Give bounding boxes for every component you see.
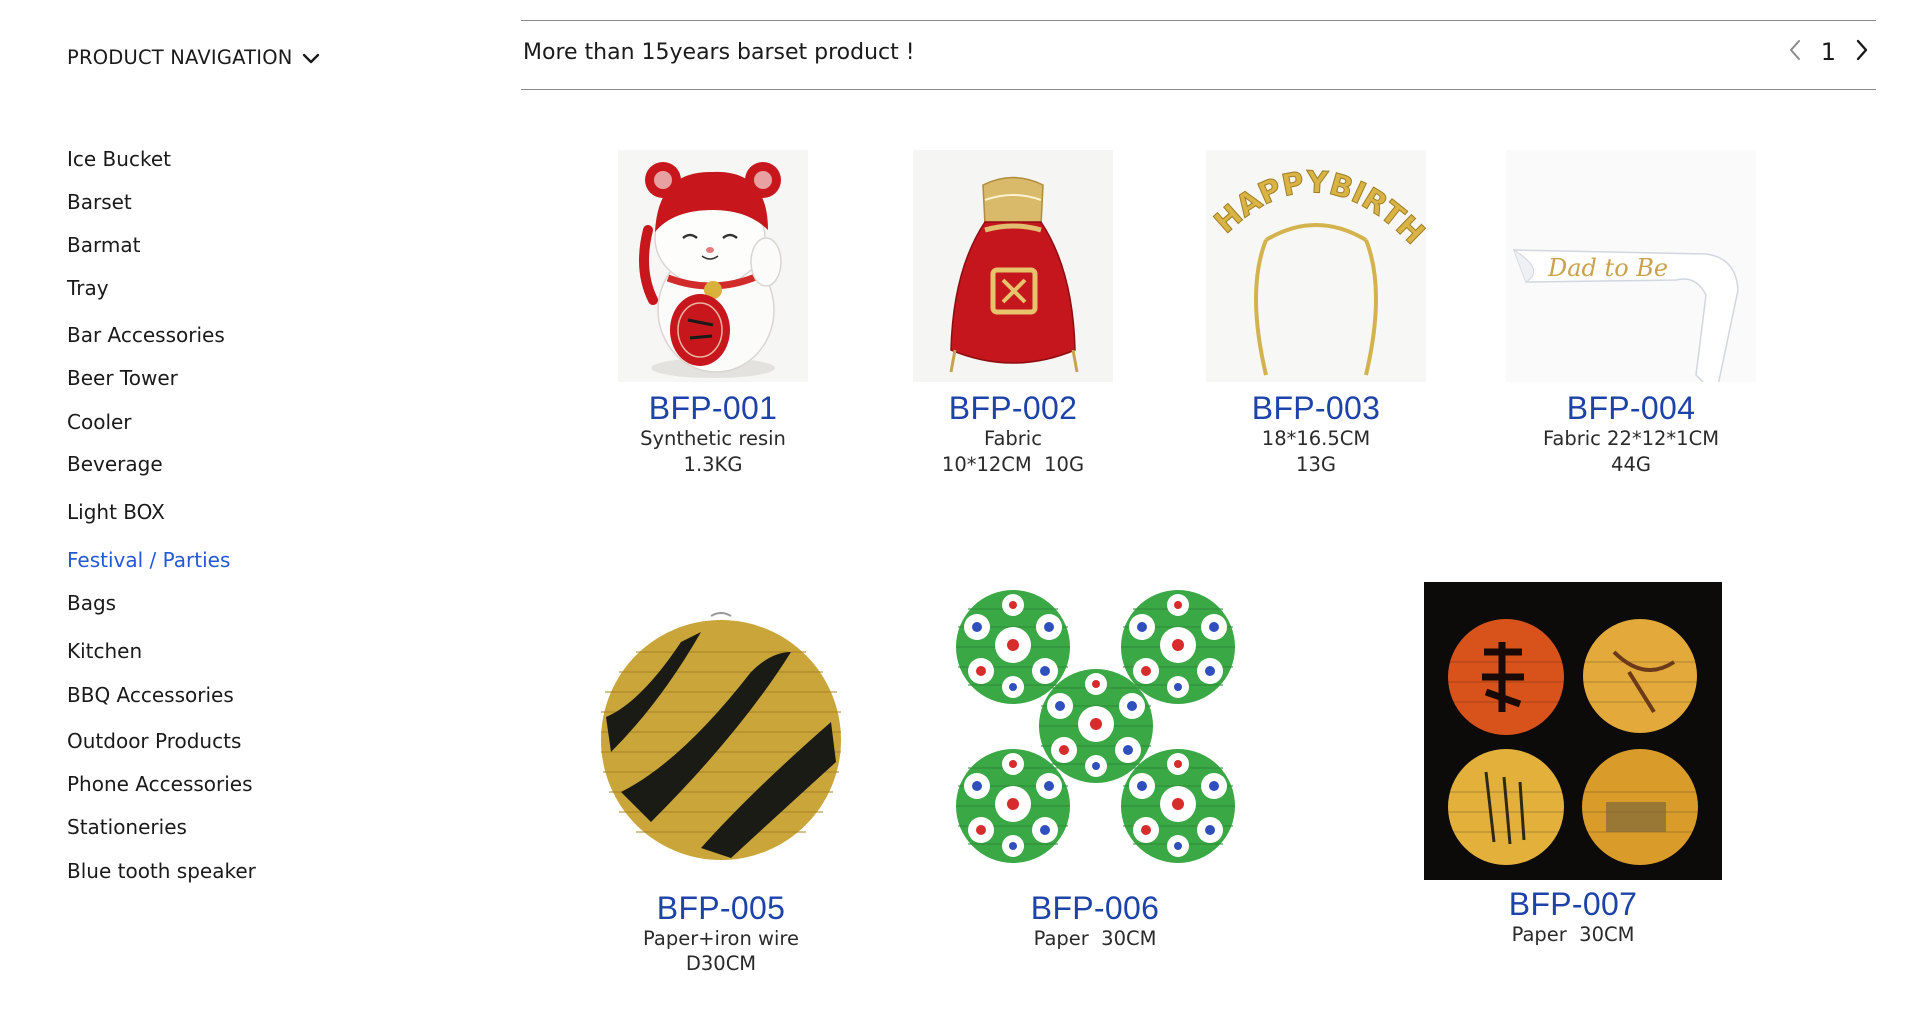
pagination: 1 xyxy=(1781,37,1876,67)
next-page-button[interactable] xyxy=(1848,37,1876,67)
product-weight: 13G xyxy=(1296,453,1336,476)
nav-item-phone-accessories[interactable]: Phone Accessories xyxy=(67,772,253,796)
soccer-ball-lanterns-image xyxy=(950,586,1240,866)
nav-item-tray[interactable]: Tray xyxy=(67,276,109,300)
happy-birthday-headband-image: HAPPYBIRTHDAY xyxy=(1193,123,1432,382)
product-material: Paper+iron wire xyxy=(642,927,799,950)
current-page-number: 1 xyxy=(1820,38,1836,66)
nav-item-blue-tooth-speaker[interactable]: Blue tooth speaker xyxy=(67,859,256,883)
nav-item-beer-tower[interactable]: Beer Tower xyxy=(67,366,178,390)
prev-page-button[interactable] xyxy=(1781,37,1809,67)
product-material-size: Fabric 22*12*1CM xyxy=(1542,427,1720,450)
product-code: BFP-004 xyxy=(1566,390,1696,426)
product-code: BFP-005 xyxy=(656,890,786,926)
lucky-cat-figurine-image xyxy=(618,150,808,382)
nav-item-outdoor-products[interactable]: Outdoor Products xyxy=(67,729,241,753)
catalog-header-bar: More than 15years barset product ! 1 xyxy=(521,20,1876,90)
product-card[interactable]: Dad to Be BFP-004 Fabric 22*12*1CM 44G xyxy=(1496,150,1766,490)
product-card[interactable]: BFP-005 Paper+iron wire D30CM xyxy=(591,612,851,992)
product-code: BFP-007 xyxy=(1508,886,1638,922)
sash-lettering: Dad to Be xyxy=(1547,254,1668,282)
product-card[interactable]: HAPPYBIRTHDAY BFP-003 18*16.5CM 13G xyxy=(1193,123,1436,490)
product-size-weight: 10*12CM 10G xyxy=(941,453,1085,476)
catalog-tagline: More than 15years barset product ! xyxy=(523,40,915,65)
nav-item-barset[interactable]: Barset xyxy=(67,190,132,214)
nav-item-cooler[interactable]: Cooler xyxy=(67,410,132,434)
product-card[interactable]: BFP-002 Fabric 10*12CM 10G xyxy=(893,150,1133,490)
product-code: BFP-003 xyxy=(1251,390,1381,426)
product-code: BFP-002 xyxy=(948,390,1078,426)
product-navigation-toggle[interactable]: PRODUCT NAVIGATION xyxy=(67,45,320,70)
product-card[interactable]: BFP-006 Paper 30CM xyxy=(950,586,1240,966)
nav-item-bags[interactable]: Bags xyxy=(67,591,116,615)
product-code: BFP-006 xyxy=(1030,890,1160,926)
product-material-size: Paper 30CM xyxy=(1511,923,1635,946)
product-navigation-title: PRODUCT NAVIGATION xyxy=(67,46,293,69)
product-material-size: Paper 30CM xyxy=(1033,927,1157,950)
dad-to-be-sash-image: Dad to Be xyxy=(1506,150,1756,397)
product-card[interactable]: BFP-001 Synthetic resin 1.3KG xyxy=(613,150,813,490)
product-material: Synthetic resin xyxy=(640,427,786,450)
product-weight: 1.3KG xyxy=(683,453,743,476)
nav-item-bbq-accessories[interactable]: BBQ Accessories xyxy=(67,683,234,707)
nav-item-stationeries[interactable]: Stationeries xyxy=(67,815,187,839)
product-size: D30CM xyxy=(685,952,757,975)
product-code: BFP-001 xyxy=(648,390,778,426)
chevron-right-icon xyxy=(1855,39,1869,65)
nav-item-beverage[interactable]: Beverage xyxy=(67,452,163,476)
nav-item-bar-accessories[interactable]: Bar Accessories xyxy=(67,323,225,347)
painted-lanterns-image xyxy=(1424,582,1722,880)
gold-tiger-stripe-lantern-image xyxy=(591,612,851,862)
nav-item-barmat[interactable]: Barmat xyxy=(67,233,140,257)
nav-item-kitchen[interactable]: Kitchen xyxy=(67,639,142,663)
nav-item-light-box[interactable]: Light BOX xyxy=(67,500,165,524)
product-material: Fabric xyxy=(984,427,1042,450)
product-weight: 44G xyxy=(1611,453,1651,476)
chevron-down-icon xyxy=(302,47,320,70)
nav-item-ice-bucket[interactable]: Ice Bucket xyxy=(67,147,171,171)
product-size: 18*16.5CM xyxy=(1261,427,1371,450)
nav-item-festival-parties[interactable]: Festival / Parties xyxy=(67,548,230,572)
product-card[interactable]: BFP-007 Paper 30CM xyxy=(1424,582,1722,962)
red-drawstring-pouch-image xyxy=(913,150,1113,382)
product-navigation-sidebar: PRODUCT NAVIGATION Ice Bucket Barset Bar… xyxy=(67,0,467,1019)
chevron-left-icon xyxy=(1788,39,1802,65)
